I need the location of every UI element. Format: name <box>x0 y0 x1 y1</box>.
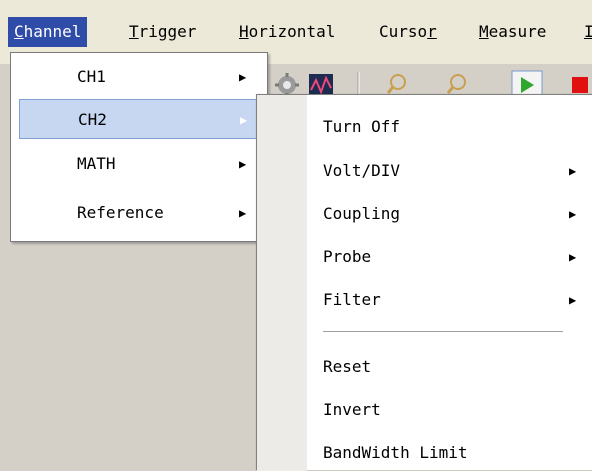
menu-item-label: CH2 <box>78 110 107 129</box>
submenu-item-coupling[interactable]: Coupling <box>323 199 400 229</box>
submenu-item-volt-div[interactable]: Volt/DIV <box>323 156 400 186</box>
menu-measure[interactable]: Measure <box>473 17 552 47</box>
submenu-item-bandwidth-limit[interactable]: BandWidth Limit <box>323 438 468 468</box>
menu-channel-rest: hannel <box>23 22 82 41</box>
menu-channel-accel: C <box>14 22 24 41</box>
submenu-item-probe[interactable]: Probe <box>323 242 371 272</box>
submenu-arrow-icon: ▶ <box>569 164 577 178</box>
menu-cursor-pre: Curso <box>379 22 428 41</box>
menu-separator <box>323 331 563 333</box>
menu-cursor[interactable]: Cursor <box>373 17 443 47</box>
menu-cursor-accel: r <box>427 22 437 41</box>
menu-horizontal[interactable]: Horizontal <box>233 17 341 47</box>
menu-item-label: MATH <box>77 154 116 173</box>
menu-item-ch1[interactable]: CH1 ▶ <box>19 57 259 97</box>
menu-item-label: Reference <box>77 203 164 222</box>
menu-truncated-next[interactable]: I <box>578 17 592 47</box>
channel-menu: CH1 ▶ CH2 ▶ MATH ▶ Reference ▶ <box>10 52 268 242</box>
submenu-arrow-icon: ▶ <box>239 70 247 84</box>
submenu-arrow-icon: ▶ <box>239 157 247 171</box>
menu-trigger-rest: rigger <box>138 22 197 41</box>
submenu-arrow-icon: ▶ <box>239 206 247 220</box>
menu-item-reference[interactable]: Reference ▶ <box>19 193 259 233</box>
ch2-submenu: Turn Off Volt/DIV ▶ Coupling ▶ Probe ▶ F… <box>256 94 592 471</box>
submenu-arrow-icon: ▶ <box>240 113 248 127</box>
menu-measure-accel: M <box>479 22 489 41</box>
submenu-icon-gutter <box>257 95 307 471</box>
submenu-item-reset[interactable]: Reset <box>323 352 371 382</box>
submenu-item-filter[interactable]: Filter <box>323 285 381 315</box>
submenu-arrow-icon: ▶ <box>569 293 577 307</box>
submenu-arrow-icon: ▶ <box>569 207 577 221</box>
menu-measure-rest: easure <box>488 22 547 41</box>
menu-trigger[interactable]: Trigger <box>123 17 202 47</box>
menu-item-ch2[interactable]: CH2 ▶ <box>19 99 259 139</box>
menu-item-label: CH1 <box>77 67 106 86</box>
submenu-item-invert[interactable]: Invert <box>323 395 381 425</box>
menu-horizontal-accel: H <box>239 22 249 41</box>
menu-truncated-accel: I <box>584 22 592 41</box>
menu-horizontal-rest: orizontal <box>248 22 336 41</box>
menu-item-math[interactable]: MATH ▶ <box>19 144 259 184</box>
menu-trigger-accel: T <box>129 22 139 41</box>
submenu-item-turn-off[interactable]: Turn Off <box>323 112 400 142</box>
submenu-arrow-icon: ▶ <box>569 250 577 264</box>
menu-channel[interactable]: Channel <box>8 17 88 47</box>
